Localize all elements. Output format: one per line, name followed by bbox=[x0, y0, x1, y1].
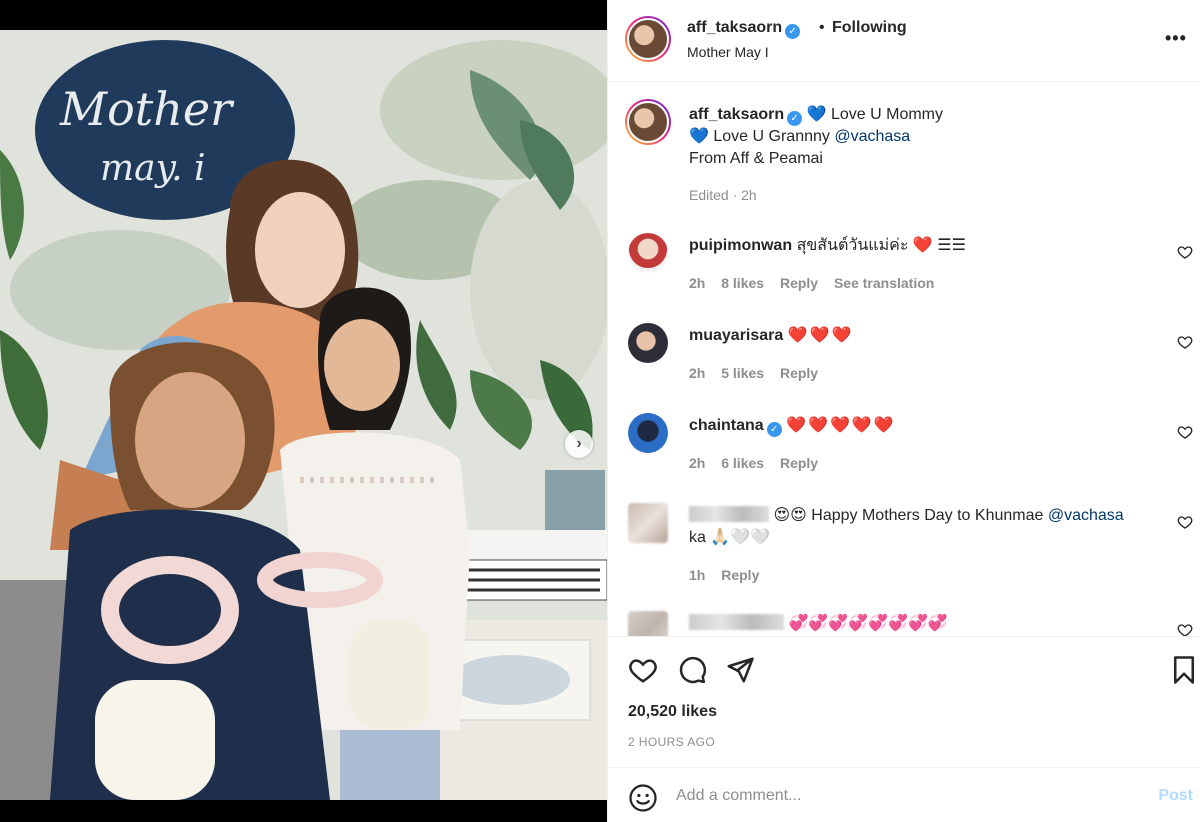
comment-heart-icon[interactable] bbox=[1177, 514, 1193, 530]
smiley-icon[interactable] bbox=[628, 783, 658, 813]
blurred-username bbox=[689, 614, 784, 630]
author-avatar[interactable] bbox=[625, 16, 671, 62]
post-photo[interactable]: Mother may. i › bbox=[0, 30, 607, 800]
heart-icon[interactable] bbox=[628, 655, 658, 685]
caption-line-3: From Aff & Peamai bbox=[689, 150, 823, 167]
action-bar: 20,520 likes 2 HOURS AGO bbox=[608, 636, 1200, 766]
caption-text: aff_taksaorn ✓ 💙 Love U Mommy 💙 Love U Gr… bbox=[689, 104, 1169, 170]
instagram-post-view: Mother may. i › aff_taksaorn ✓ • Followi… bbox=[0, 0, 1200, 822]
commenter-avatar[interactable] bbox=[628, 413, 668, 453]
comments-list: aff_taksaorn ✓ 💙 Love U Mommy 💙 Love U Gr… bbox=[608, 83, 1200, 636]
post-comment-button[interactable]: Post bbox=[1158, 787, 1193, 805]
paper-plane-icon[interactable] bbox=[725, 655, 755, 685]
post-sidebar: aff_taksaorn ✓ • Following Mother May I •… bbox=[607, 0, 1200, 822]
commenter-avatar-blurred[interactable] bbox=[628, 503, 668, 543]
comment-heart-icon[interactable] bbox=[1177, 622, 1193, 636]
svg-text:may. i: may. i bbox=[100, 148, 206, 189]
bookmark-icon[interactable] bbox=[1169, 655, 1199, 685]
mention-link[interactable]: @vachasa bbox=[1048, 507, 1124, 524]
verified-badge-icon: ✓ bbox=[787, 111, 803, 126]
comment-time: 2h bbox=[689, 365, 706, 381]
post-timestamp: 2 HOURS AGO bbox=[628, 735, 716, 749]
comment-heart-icon[interactable] bbox=[1177, 244, 1193, 260]
blue-heart-icon: 💙 bbox=[689, 128, 709, 145]
next-image-button[interactable]: › bbox=[565, 430, 593, 458]
comment-heart-icon[interactable] bbox=[1177, 334, 1193, 350]
caption-username[interactable]: aff_taksaorn bbox=[689, 106, 784, 123]
comment-likes[interactable]: 5 likes bbox=[721, 365, 764, 381]
commenter-username[interactable]: puipimonwan bbox=[689, 237, 792, 254]
commenter-username[interactable]: chaintana bbox=[689, 417, 764, 434]
comment-meta: 2h 5 likes Reply bbox=[689, 365, 830, 381]
comment-text: ❤️❤️❤️❤️❤️ bbox=[786, 417, 896, 434]
add-comment-bar: Post bbox=[608, 767, 1200, 822]
commenter-username[interactable]: muayarisara bbox=[689, 327, 783, 344]
comment-text: Happy Mothers Day to Khunmae bbox=[811, 507, 1044, 524]
comment-input[interactable] bbox=[676, 783, 1116, 809]
reply-button[interactable]: Reply bbox=[721, 567, 759, 583]
comment-time: 2h bbox=[689, 455, 706, 471]
comment-meta: 2h 6 likes Reply bbox=[689, 455, 830, 471]
location-link[interactable]: Mother May I bbox=[687, 44, 769, 60]
post-photo-illustration: Mother may. i bbox=[0, 30, 607, 800]
comment-meta: 2h 8 likes Reply See translation bbox=[689, 275, 946, 291]
caption-line-1: Love U Mommy bbox=[830, 106, 944, 123]
comment-likes[interactable]: 8 likes bbox=[721, 275, 764, 291]
comment-time: 2h bbox=[689, 275, 706, 291]
see-translation-button[interactable]: See translation bbox=[834, 275, 934, 291]
caption-edited-time: Edited · 2h bbox=[689, 187, 757, 203]
comment-likes[interactable]: 6 likes bbox=[721, 455, 764, 471]
commenter-avatar-blurred[interactable] bbox=[628, 611, 668, 636]
photo-pane: Mother may. i › bbox=[0, 0, 607, 822]
comment-emoji: 😍😍 bbox=[773, 507, 807, 524]
verified-badge-icon: ✓ bbox=[766, 422, 782, 437]
blurred-username bbox=[689, 506, 769, 522]
comment-meta: 1h Reply bbox=[689, 567, 771, 583]
reply-button[interactable]: Reply bbox=[780, 365, 818, 381]
header-separator: • bbox=[819, 19, 825, 36]
commenter-avatar[interactable] bbox=[628, 233, 668, 273]
author-username[interactable]: aff_taksaorn ✓ bbox=[687, 19, 801, 39]
comment-text: สุขสันต์วันแม่ค่ะ ❤️ ☰☰ bbox=[796, 237, 966, 254]
reply-button[interactable]: Reply bbox=[780, 455, 818, 471]
comment-text: 💞💞💞💞💞💞💞💞 bbox=[788, 615, 948, 632]
blue-heart-icon: 💙 bbox=[806, 106, 827, 123]
comment-text: ❤️❤️❤️ bbox=[787, 327, 854, 344]
caption-line-2: Love U Grannny bbox=[713, 128, 830, 145]
mention-link[interactable]: @vachasa bbox=[834, 128, 910, 145]
comment-text-line-2: ka 🙏🏻🤍🤍 bbox=[689, 529, 771, 546]
verified-badge-icon: ✓ bbox=[785, 24, 801, 39]
comment-heart-icon[interactable] bbox=[1177, 424, 1193, 440]
reply-button[interactable]: Reply bbox=[780, 275, 818, 291]
commenter-avatar[interactable] bbox=[628, 323, 668, 363]
following-button[interactable]: Following bbox=[832, 19, 907, 37]
more-options-icon[interactable]: ••• bbox=[1165, 28, 1189, 48]
post-header: aff_taksaorn ✓ • Following Mother May I •… bbox=[608, 0, 1200, 82]
comment-bubble-icon[interactable] bbox=[677, 655, 707, 685]
caption-author-avatar[interactable] bbox=[625, 99, 671, 145]
comment-time: 1h bbox=[689, 567, 706, 583]
likes-count[interactable]: 20,520 likes bbox=[628, 703, 717, 721]
sign-text: Mother bbox=[59, 82, 235, 136]
